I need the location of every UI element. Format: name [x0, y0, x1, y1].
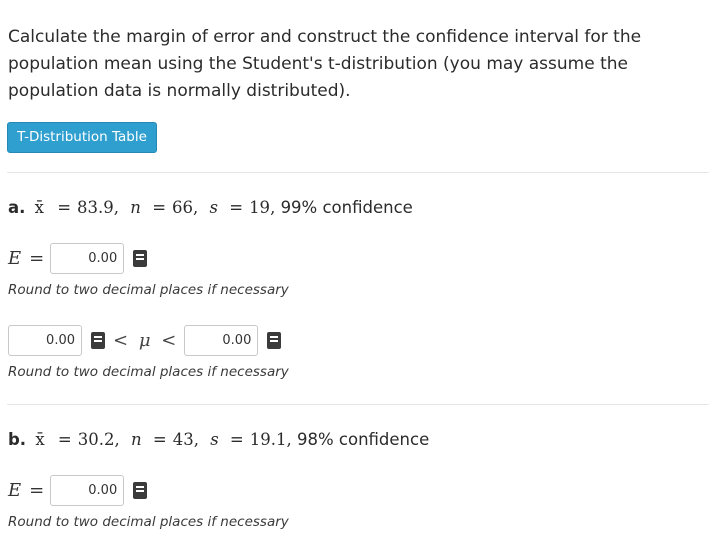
- mu-symbol: μ: [138, 330, 151, 351]
- eq-sign: =: [229, 198, 244, 217]
- s-symbol: s: [210, 430, 219, 449]
- eq-sign: =: [229, 430, 244, 449]
- eq-sign: =: [152, 198, 167, 217]
- part-b-n: 43: [172, 430, 194, 449]
- eq-sign: =: [29, 248, 45, 269]
- s-symbol: s: [209, 198, 218, 217]
- part-b-margin-hint: Round to two decimal places if necessary: [8, 514, 289, 530]
- question-prompt: Calculate the margin of error and constr…: [8, 27, 642, 101]
- eq-sign: =: [57, 430, 72, 449]
- part-b-statement: b. x̄ = 30.2, n = 43, s = 19.1, 98% confide…: [8, 430, 430, 449]
- lt-sign: <: [161, 330, 177, 351]
- part-b-letter: b.: [8, 430, 27, 449]
- part-b-margin-input[interactable]: [50, 475, 125, 506]
- interval-inequality: < μ <: [113, 330, 176, 351]
- part-a-lower-input[interactable]: [8, 325, 82, 356]
- part-a-interval-row: < μ <: [8, 325, 282, 356]
- part-a-confidence: 99% confidence: [280, 198, 413, 217]
- t-distribution-table-button[interactable]: T-Distribution Table: [7, 122, 157, 153]
- eq-sign: =: [29, 480, 45, 501]
- book-icon[interactable]: [91, 332, 105, 349]
- part-a-margin-hint: Round to two decimal places if necessary: [8, 282, 289, 298]
- e-symbol: E: [8, 480, 22, 501]
- lt-sign: <: [113, 330, 129, 351]
- part-b-confidence: 98% confidence: [297, 430, 430, 449]
- xbar-symbol: x̄: [34, 198, 44, 217]
- xbar-symbol: x̄: [35, 430, 45, 449]
- book-icon[interactable]: [267, 332, 282, 349]
- part-b-margin-row: E =: [8, 475, 148, 506]
- part-a-margin-row: E =: [8, 243, 148, 274]
- eq-sign: =: [57, 198, 72, 217]
- part-a-letter: a.: [8, 198, 26, 217]
- part-a-s: 19: [249, 198, 271, 217]
- n-symbol: n: [130, 430, 142, 449]
- part-a-upper-input[interactable]: [184, 325, 259, 356]
- book-icon[interactable]: [133, 250, 148, 267]
- part-b-xbar: 30.2: [77, 430, 115, 449]
- divider-top: [7, 172, 709, 173]
- divider-middle: [7, 404, 709, 405]
- part-a-n: 66: [172, 198, 194, 217]
- e-symbol: E: [8, 248, 22, 269]
- part-a-xbar: 83.9: [77, 198, 114, 217]
- part-a-interval-hint: Round to two decimal places if necessary: [8, 364, 289, 380]
- part-a-statement: a. x̄ = 83.9, n = 66, s = 19, 99% confidenc…: [8, 198, 413, 217]
- part-b-s: 19.1: [249, 430, 287, 449]
- part-a-margin-input[interactable]: [50, 243, 125, 274]
- n-symbol: n: [130, 198, 141, 217]
- eq-sign: =: [152, 430, 167, 449]
- book-icon[interactable]: [133, 482, 148, 499]
